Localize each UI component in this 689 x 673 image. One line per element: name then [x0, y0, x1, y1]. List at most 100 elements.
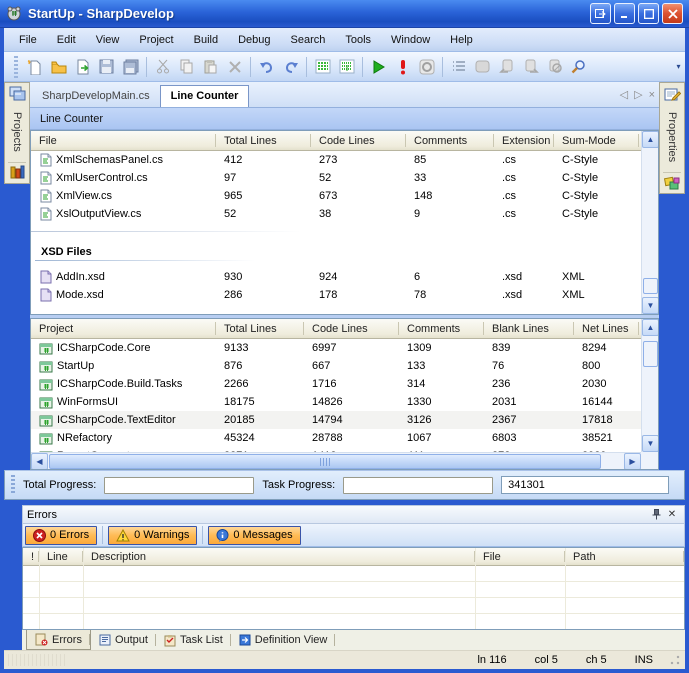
tab-close-icon[interactable]: ×	[649, 89, 655, 101]
menu-edit[interactable]: Edit	[48, 32, 85, 48]
search-icon[interactable]	[567, 56, 590, 78]
float-window-button[interactable]	[590, 3, 611, 24]
tab-output[interactable]: Output	[91, 630, 156, 650]
scroll-down-icon[interactable]: ▼	[642, 435, 659, 452]
menu-build[interactable]: Build	[185, 32, 227, 48]
menu-window[interactable]: Window	[382, 32, 439, 48]
scroll-thumb[interactable]	[643, 341, 658, 367]
menu-view[interactable]: View	[87, 32, 129, 48]
uncomment-region-icon[interactable]	[335, 56, 358, 78]
errors-filter-button[interactable]: 0 Errors	[25, 526, 97, 545]
next-bookmark-icon[interactable]	[519, 56, 542, 78]
tab-definition-view[interactable]: Definition View	[231, 630, 336, 650]
col-blank-lines[interactable]: Blank Lines	[484, 319, 574, 338]
table-row[interactable]: StartUp 876 667 133 76 800	[31, 357, 641, 375]
table-row[interactable]: ICSharpCode.Core 9133 6997 1309 839 8294	[31, 339, 641, 357]
copy-icon[interactable]	[175, 56, 198, 78]
minimize-button[interactable]	[614, 3, 635, 24]
file-table-vscrollbar[interactable]: ▲ ▼	[641, 131, 658, 314]
redo-icon[interactable]	[279, 56, 302, 78]
col-line[interactable]: Line	[39, 548, 83, 565]
stop-icon[interactable]	[415, 56, 438, 78]
toggle-bookmark-icon[interactable]	[471, 56, 494, 78]
toolbox-pad-icon[interactable]	[663, 172, 681, 190]
col-code-lines[interactable]: Code Lines	[311, 131, 406, 150]
tab-scroll-right-icon[interactable]: ▷	[634, 88, 642, 101]
tab-errors[interactable]: Errors	[26, 630, 91, 650]
run-icon[interactable]	[367, 56, 390, 78]
scroll-thumb[interactable]	[49, 454, 601, 469]
close-panel-icon[interactable]: ✕	[664, 508, 680, 522]
table-row[interactable]: Mode.xsd 286 178 78 .xsd XML	[31, 286, 641, 304]
scroll-left-icon[interactable]: ◀	[31, 453, 48, 470]
col-net-lines[interactable]: Net Lines	[574, 319, 639, 338]
table-row[interactable]: NRefactory 45324 28788 1067 6803 38521	[31, 429, 641, 447]
save-all-icon[interactable]	[119, 56, 142, 78]
scroll-up-icon[interactable]: ▲	[642, 319, 659, 336]
build-icon[interactable]	[391, 56, 414, 78]
col-path[interactable]: Path	[565, 548, 684, 565]
toolbar-grip[interactable]	[14, 56, 18, 78]
table-row[interactable]: WinFormsUI 18175 14826 1330 2031 16144	[31, 393, 641, 411]
table-row-selected[interactable]: ICSharpCode.TextEditor 20185 14794 3126 …	[31, 411, 641, 429]
maximize-button[interactable]	[638, 3, 659, 24]
new-file-icon[interactable]	[23, 56, 46, 78]
projects-side-tab[interactable]: Projects	[4, 82, 30, 184]
toolbar-overflow-button[interactable]: ▾	[674, 56, 683, 78]
menu-help[interactable]: Help	[441, 32, 482, 48]
warnings-filter-button[interactable]: 0 Warnings	[108, 526, 197, 545]
table-row[interactable]: XslOutputView.cs 52 38 9 .cs C-Style	[31, 205, 641, 223]
col-comments[interactable]: Comments	[399, 319, 484, 338]
col-severity[interactable]: !	[23, 548, 39, 565]
col-comments[interactable]: Comments	[406, 131, 494, 150]
scroll-right-icon[interactable]: ▶	[624, 453, 641, 470]
tab-sharpdevelopmain[interactable]: SharpDevelopMain.cs	[32, 86, 160, 107]
col-file[interactable]: File	[31, 131, 216, 150]
paste-icon[interactable]	[199, 56, 222, 78]
tab-scroll-left-icon[interactable]: ◁	[620, 88, 628, 101]
close-button[interactable]	[662, 3, 683, 24]
comment-region-icon[interactable]	[311, 56, 334, 78]
project-table-hscrollbar[interactable]: ◀ ▶	[31, 452, 641, 469]
clear-bookmarks-icon[interactable]	[543, 56, 566, 78]
delete-icon[interactable]	[223, 56, 246, 78]
col-extension[interactable]: Extension	[494, 131, 554, 150]
menu-tools[interactable]: Tools	[336, 32, 380, 48]
open-folder-icon[interactable]	[47, 56, 70, 78]
messages-filter-button[interactable]: 0 Messages	[208, 526, 300, 545]
pin-icon[interactable]	[648, 508, 664, 522]
resize-grip-icon[interactable]	[669, 654, 681, 666]
tab-task-list[interactable]: Task List	[156, 630, 231, 650]
open-from-project-icon[interactable]	[71, 56, 94, 78]
scroll-thumb[interactable]	[643, 278, 658, 294]
bookmark-list-icon[interactable]	[447, 56, 470, 78]
col-total-lines[interactable]: Total Lines	[216, 131, 311, 150]
menu-debug[interactable]: Debug	[229, 32, 279, 48]
progress-toolbar-grip[interactable]	[11, 475, 15, 495]
col-description[interactable]: Description	[83, 548, 475, 565]
col-total-lines[interactable]: Total Lines	[216, 319, 304, 338]
save-icon[interactable]	[95, 56, 118, 78]
properties-side-tab[interactable]: Properties	[659, 82, 685, 194]
menu-file[interactable]: File	[10, 32, 46, 48]
table-row[interactable]: ICSharpCode.Build.Tasks 2266 1716 314 23…	[31, 375, 641, 393]
col-project[interactable]: Project	[31, 319, 216, 338]
scroll-up-icon[interactable]: ▲	[642, 131, 659, 148]
table-row[interactable]: AddIn.xsd 930 924 6 .xsd XML	[31, 268, 641, 286]
cut-icon[interactable]	[151, 56, 174, 78]
table-row[interactable]: XmlUserControl.cs 97 52 33 .cs C-Style	[31, 169, 641, 187]
scroll-down-icon[interactable]: ▼	[642, 297, 659, 314]
undo-icon[interactable]	[255, 56, 278, 78]
prev-bookmark-icon[interactable]	[495, 56, 518, 78]
col-code-lines[interactable]: Code Lines	[304, 319, 399, 338]
cs-file-icon	[39, 171, 52, 185]
menu-project[interactable]: Project	[130, 32, 182, 48]
col-file[interactable]: File	[475, 548, 565, 565]
tab-line-counter[interactable]: Line Counter	[160, 85, 250, 107]
table-row[interactable]: XmlSchemasPanel.cs 412 273 85 .cs C-Styl…	[31, 151, 641, 169]
classes-pad-icon[interactable]	[8, 162, 26, 180]
table-row[interactable]: XmlView.cs 965 673 148 .cs C-Style	[31, 187, 641, 205]
col-sum-mode[interactable]: Sum-Mode	[554, 131, 639, 150]
project-table-vscrollbar[interactable]: ▲ ▼	[641, 319, 658, 452]
menu-search[interactable]: Search	[282, 32, 335, 48]
